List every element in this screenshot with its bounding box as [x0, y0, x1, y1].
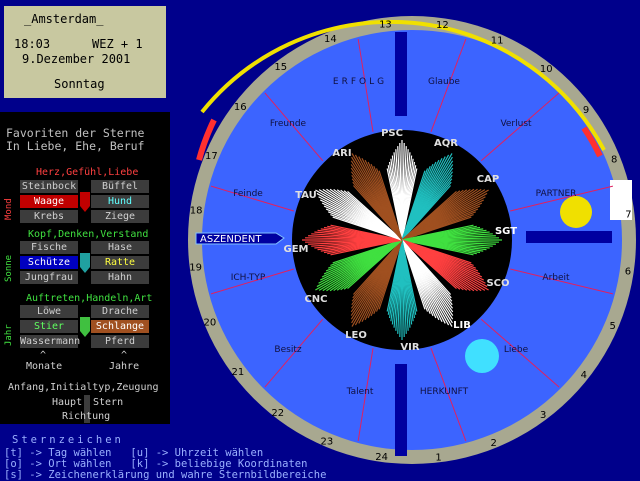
house-label: Liebe: [504, 345, 529, 355]
hour-label: 2: [490, 438, 496, 449]
house-label: HERKUNFT: [420, 387, 469, 397]
house-label: ICH-TYP: [231, 273, 266, 283]
sign-label-vir[interactable]: VIR: [400, 342, 419, 353]
hour-label: 8: [611, 154, 617, 165]
moon-marker[interactable]: [465, 339, 499, 373]
hour-label: 9: [583, 105, 589, 116]
sun-marker[interactable]: [560, 196, 592, 228]
hour-label: 3: [540, 410, 546, 421]
hour-label: 4: [581, 370, 587, 381]
hour-label: 10: [540, 64, 553, 75]
house-label: ERFOLG: [333, 77, 387, 87]
house-label: Arbeit: [542, 273, 570, 283]
hour-label: 11: [491, 35, 504, 46]
aszendent-label: ASZENDENT: [200, 234, 262, 245]
sign-label-tau[interactable]: TAU: [295, 190, 317, 201]
sign-label-aqr[interactable]: AQR: [434, 138, 458, 149]
sign-label-lib[interactable]: LIB: [453, 320, 471, 331]
hour-label: 24: [375, 452, 388, 463]
hour-label: 17: [205, 151, 218, 162]
hour-label: 16: [234, 102, 247, 113]
house-label: Glaube: [428, 77, 460, 87]
sign-label-gem[interactable]: GEM: [284, 244, 309, 255]
hour-label: 21: [232, 367, 245, 378]
sign-label-psc[interactable]: PSC: [381, 128, 403, 139]
hour-label: 6: [625, 266, 631, 277]
hour-label: 12: [436, 20, 449, 31]
hour-label: 5: [609, 321, 615, 332]
hour-label: 23: [320, 437, 333, 448]
sign-label-sco[interactable]: SCO: [486, 278, 509, 289]
hour-label: 18: [190, 206, 203, 217]
hour-label: 20: [204, 318, 217, 329]
house-label: Besitz: [274, 345, 301, 355]
mc-axis-top: [395, 32, 407, 116]
sign-label-ari[interactable]: ARI: [332, 148, 351, 159]
house-label: Talent: [346, 387, 374, 397]
sign-label-cnc[interactable]: CNC: [304, 294, 327, 305]
house-label: Feinde: [233, 189, 263, 199]
sign-label-cap[interactable]: CAP: [477, 174, 499, 185]
hour-label: 14: [324, 34, 337, 45]
hour-label: 13: [379, 20, 392, 31]
house-label: Freunde: [270, 119, 307, 129]
hour-label: 22: [271, 408, 284, 419]
hour-label: 7: [625, 209, 631, 220]
hour-label: 19: [189, 263, 202, 274]
dc-axis: [526, 231, 612, 243]
hour-label: 1: [435, 452, 441, 463]
sign-label-sgt[interactable]: SGT: [495, 226, 517, 237]
house-label: Verlust: [500, 119, 532, 129]
sign-label-leo[interactable]: LEO: [345, 330, 367, 341]
hour-label: 15: [274, 62, 287, 73]
zodiac-wheel[interactable]: 123456789101112131415161718192021222324 …: [0, 0, 640, 480]
ic-axis-bottom: [395, 364, 407, 456]
